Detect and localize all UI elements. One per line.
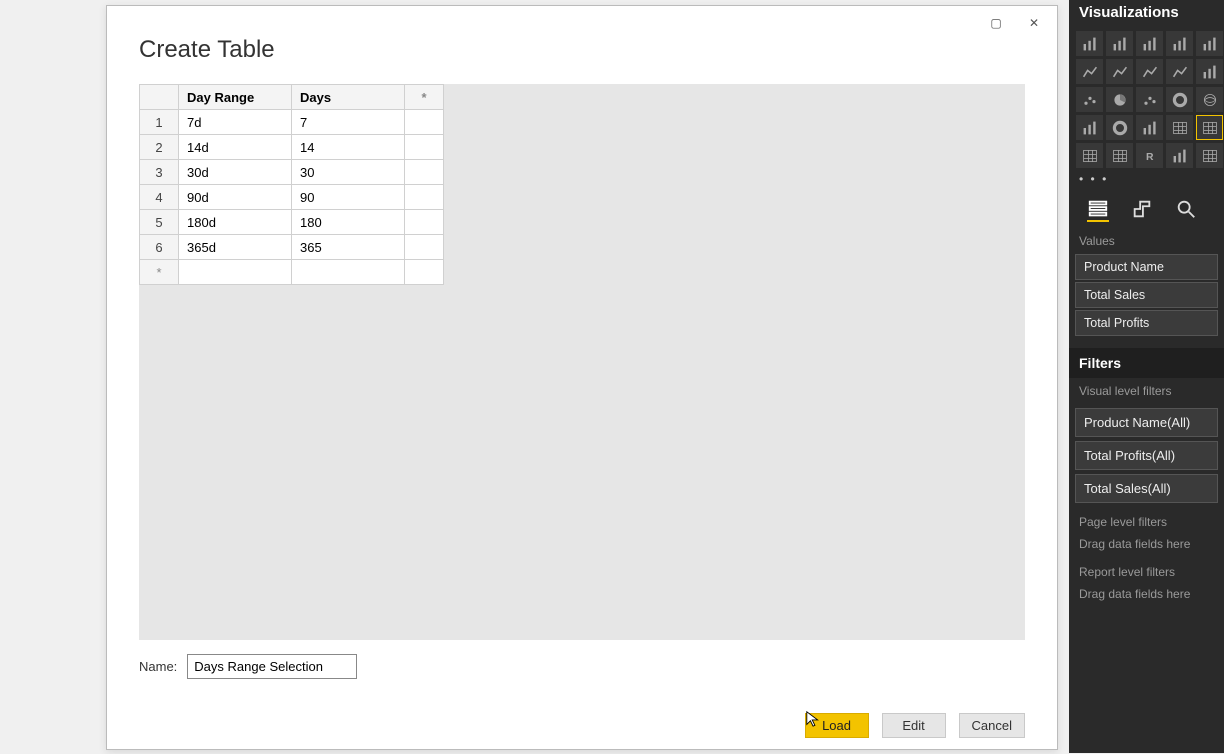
load-button[interactable]: Load [805, 713, 869, 738]
page-filters-drop-zone[interactable]: Drag data fields here [1069, 533, 1224, 559]
row-number[interactable]: 5 [140, 210, 179, 235]
table-name-input[interactable] [187, 654, 357, 679]
cell-days[interactable]: 180 [292, 210, 405, 235]
vis-python-visual-icon[interactable] [1166, 143, 1193, 168]
table-editor-grid-area: Day Range Days * 17d7214d14330d30490d905… [139, 84, 1025, 640]
vis-slicer-icon[interactable] [1196, 143, 1223, 168]
visualizations-pane: Visualizations R • • • Values Product Na… [1069, 0, 1224, 753]
window-close-icon[interactable]: ✕ [1017, 12, 1051, 34]
visual-filters-label: Visual level filters [1069, 378, 1224, 402]
value-well[interactable]: Total Sales [1075, 282, 1218, 308]
cell-day-range[interactable]: 30d [179, 160, 292, 185]
values-section-label: Values [1069, 228, 1224, 252]
row-number[interactable]: 6 [140, 235, 179, 260]
vis-gauge-icon[interactable] [1106, 115, 1133, 140]
vis-stacked-bar-icon[interactable] [1076, 31, 1103, 56]
cell-days[interactable]: 7 [292, 110, 405, 135]
filters-heading: Filters [1069, 348, 1224, 378]
name-label: Name: [139, 659, 177, 674]
cell-day-range[interactable]: 14d [179, 135, 292, 160]
vis-map-icon[interactable] [1196, 87, 1223, 112]
page-filters-label: Page level filters [1069, 509, 1224, 533]
visual-filter-item[interactable]: Total Profits(All) [1075, 441, 1218, 470]
table-row[interactable]: 6365d365 [140, 235, 444, 260]
cancel-button[interactable]: Cancel [959, 713, 1025, 738]
vis-line-icon[interactable] [1076, 59, 1103, 84]
value-well[interactable]: Product Name [1075, 254, 1218, 280]
analytics-tab-icon[interactable] [1175, 198, 1197, 222]
table-row[interactable]: 330d30 [140, 160, 444, 185]
vis-treemap-icon[interactable] [1136, 87, 1163, 112]
vis-area-icon[interactable] [1106, 59, 1133, 84]
window-maximize-icon[interactable]: ▢ [979, 12, 1013, 34]
vis-stacked-area-icon[interactable] [1136, 59, 1163, 84]
row-number[interactable]: 4 [140, 185, 179, 210]
vis-kpi-icon[interactable] [1166, 115, 1193, 140]
vis-clustered-column-icon[interactable] [1166, 31, 1193, 56]
add-row-marker[interactable]: * [140, 260, 179, 285]
vis-line-column-icon[interactable] [1166, 59, 1193, 84]
fields-tab-icon[interactable] [1087, 198, 1109, 222]
row-number[interactable]: 3 [140, 160, 179, 185]
empty-cell[interactable] [179, 260, 292, 285]
add-row[interactable]: * [140, 260, 444, 285]
row-number[interactable]: 2 [140, 135, 179, 160]
cell-add-column[interactable] [405, 210, 444, 235]
vis-r-visual-icon[interactable]: R [1136, 143, 1163, 168]
cell-days[interactable]: 365 [292, 235, 405, 260]
cell-add-column[interactable] [405, 160, 444, 185]
more-visuals-icon[interactable]: • • • [1069, 170, 1224, 188]
dialog-title: Create Table [139, 36, 1025, 64]
cell-days[interactable]: 14 [292, 135, 405, 160]
create-table-dialog: ▢ ✕ Create Table Day Range Days * 17d721… [106, 5, 1058, 750]
svg-text:R: R [1146, 152, 1154, 163]
cell-days[interactable]: 30 [292, 160, 405, 185]
data-grid[interactable]: Day Range Days * 17d7214d14330d30490d905… [139, 84, 444, 285]
vis-100-stacked-icon[interactable] [1196, 31, 1223, 56]
add-column-header[interactable]: * [405, 85, 444, 110]
cell-day-range[interactable]: 7d [179, 110, 292, 135]
cell-add-column[interactable] [405, 185, 444, 210]
table-row[interactable]: 5180d180 [140, 210, 444, 235]
vis-waterfall-icon[interactable] [1136, 115, 1163, 140]
vis-clustered-bar-icon[interactable] [1106, 31, 1133, 56]
cell-days[interactable]: 90 [292, 185, 405, 210]
visual-filter-item[interactable]: Product Name(All) [1075, 408, 1218, 437]
empty-cell[interactable] [292, 260, 405, 285]
table-row[interactable]: 17d7 [140, 110, 444, 135]
vis-stacked-column-icon[interactable] [1136, 31, 1163, 56]
column-header-day-range[interactable]: Day Range [179, 85, 292, 110]
table-row[interactable]: 214d14 [140, 135, 444, 160]
report-filters-drop-zone[interactable]: Drag data fields here [1069, 583, 1224, 609]
vis-scatter-icon[interactable] [1076, 87, 1103, 112]
row-number[interactable]: 1 [140, 110, 179, 135]
cell-day-range[interactable]: 90d [179, 185, 292, 210]
vis-table-icon[interactable] [1196, 115, 1223, 140]
visualizations-heading: Visualizations [1079, 4, 1224, 21]
visual-filter-item[interactable]: Total Sales(All) [1075, 474, 1218, 503]
vis-donut-icon[interactable] [1166, 87, 1193, 112]
edit-button[interactable]: Edit [882, 713, 946, 738]
table-row[interactable]: 490d90 [140, 185, 444, 210]
report-filters-label: Report level filters [1069, 559, 1224, 583]
vis-pie-icon[interactable] [1106, 87, 1133, 112]
format-tab-icon[interactable] [1131, 198, 1153, 222]
cell-add-column[interactable] [405, 110, 444, 135]
grid-corner [140, 85, 179, 110]
column-header-days[interactable]: Days [292, 85, 405, 110]
cell-add-column[interactable] [405, 135, 444, 160]
cell-day-range[interactable]: 180d [179, 210, 292, 235]
vis-funnel-icon[interactable] [1076, 115, 1103, 140]
vis-matrix-icon[interactable] [1076, 143, 1103, 168]
cell-day-range[interactable]: 365d [179, 235, 292, 260]
vis-ribbon-icon[interactable] [1196, 59, 1223, 84]
cell-add-column[interactable] [405, 235, 444, 260]
empty-cell[interactable] [405, 260, 444, 285]
value-well[interactable]: Total Profits [1075, 310, 1218, 336]
vis-card-icon[interactable] [1106, 143, 1133, 168]
